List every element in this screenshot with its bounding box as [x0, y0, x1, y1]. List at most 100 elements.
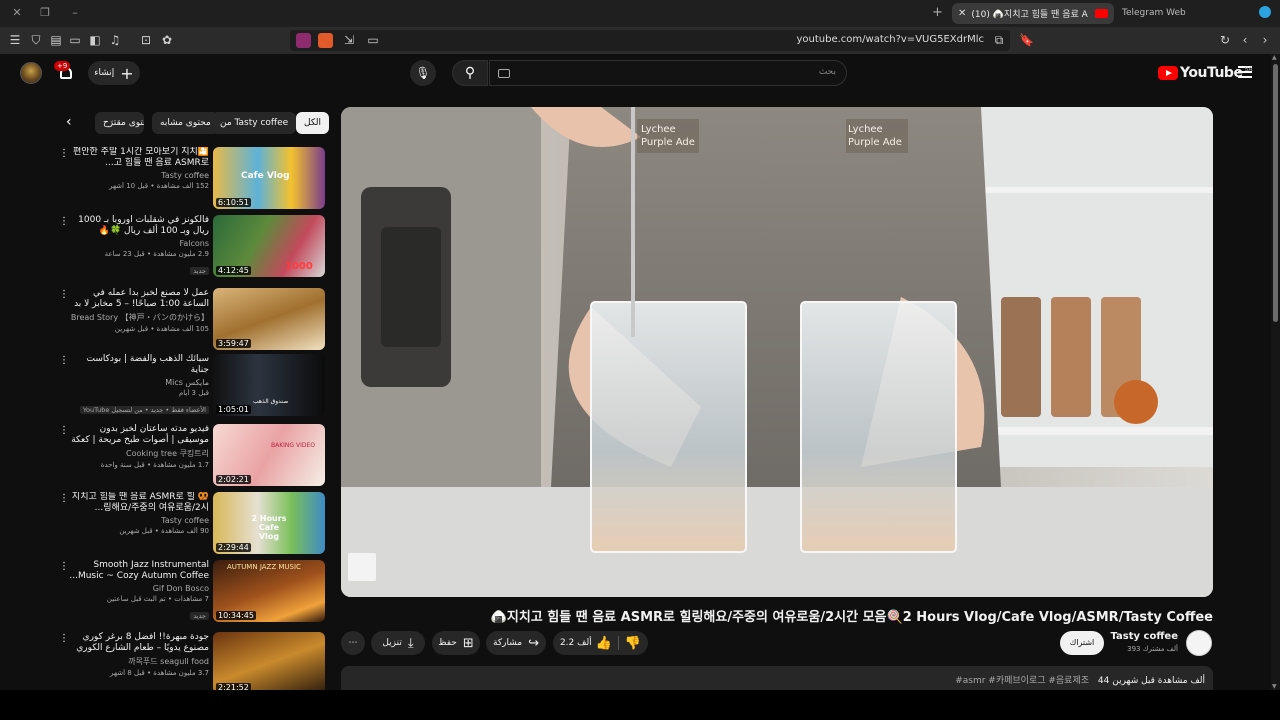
like-button[interactable]: 2.2 ألف 👍	[560, 636, 612, 651]
keyboard-icon[interactable]	[498, 69, 510, 78]
brave-shield-icon[interactable]	[318, 33, 333, 48]
page-icon[interactable]: ▤	[49, 33, 63, 47]
vpn-icon[interactable]	[296, 33, 311, 48]
list-item[interactable]: AUTUMN JAZZ MUSIC 10:34:45 Smooth Jazz I…	[55, 558, 327, 622]
download-label: تنزيل	[382, 638, 402, 648]
notification-badge: +9	[54, 61, 71, 71]
reader-icon[interactable]: ⇲	[342, 33, 356, 47]
subscribe-button[interactable]: اشتراك	[1060, 631, 1104, 655]
video-title[interactable]: 🎦편안한 주말 1시간 모아보기 지치고 힘들 땐 음료 ASMR로...	[69, 147, 209, 169]
video-thumbnail[interactable]: 3:59:47	[213, 288, 325, 350]
menu-icon[interactable]: ☰	[8, 33, 22, 47]
more-options-icon[interactable]: ⋮	[59, 148, 69, 159]
chip-recommended[interactable]: محتوى مقترَح	[95, 112, 144, 134]
dislike-button[interactable]: 👎	[625, 636, 641, 651]
channel-name[interactable]: Tasty coffee	[1100, 631, 1178, 642]
list-item[interactable]: BAKING VIDEO 2:02:21 فيديو مدته ساعتان ل…	[55, 422, 327, 486]
video-thumbnail[interactable]: 2 Hours Cafe Vlog 2:29:44	[213, 492, 325, 554]
close-window-icon[interactable]: ✕	[10, 6, 24, 20]
video-title[interactable]: Smooth Jazz Instrumental Music ~ Cozy Au…	[69, 560, 209, 582]
back-icon[interactable]: ‹	[1238, 33, 1252, 47]
tab-telegram[interactable]: Telegram Web	[1122, 8, 1186, 18]
extensions-icon[interactable]: ✿	[160, 33, 174, 47]
account-avatar[interactable]	[20, 62, 42, 84]
tabs-icon[interactable]: ▭	[68, 33, 82, 47]
channel-name[interactable]: 까목푸드 seagull food	[69, 656, 209, 667]
video-title[interactable]: جودة مبهرة!! أفضل 8 برغر كوري مصنوع يدوي…	[69, 632, 209, 654]
forward-icon[interactable]: ›	[1258, 33, 1272, 47]
duration-badge: 2:02:21	[216, 475, 251, 484]
shield-icon[interactable]: ⛉	[29, 33, 43, 47]
youtube-logo[interactable]: YouTube SA	[1158, 65, 1252, 81]
more-options-icon[interactable]: ⋮	[59, 633, 69, 644]
description-tags[interactable]: #asmr #카페브이로그 #음료제조	[955, 676, 1089, 686]
download-icon: ⤓	[407, 635, 414, 651]
minimize-window-icon[interactable]: –	[68, 6, 82, 20]
list-item[interactable]: 2:21:52 جودة مبهرة!! أفضل 8 برغر كوري مص…	[55, 630, 327, 694]
download-button[interactable]: تنزيل ⤓	[371, 631, 425, 655]
channel-avatar[interactable]	[1186, 630, 1212, 656]
tab-youtube[interactable]: ✕ (10) 🍙지치고 힘들 땐 음료 A	[952, 3, 1114, 24]
more-options-icon[interactable]: ⋮	[59, 216, 69, 227]
chip-related[interactable]: محتوى مشابه	[152, 112, 219, 134]
address-bar[interactable]: ⇲ ▭ youtube.com/watch?v=VUG5EXdrMlc ⧉	[290, 30, 1010, 51]
share-button[interactable]: مشاركة ↪	[486, 631, 546, 655]
video-title[interactable]: سبائك الذهب والفضة | بودكاست جناية	[69, 354, 209, 376]
chip-all[interactable]: الكل	[296, 112, 330, 134]
page-scrollbar[interactable]: ▲ ▼	[1271, 54, 1280, 690]
more-options-icon[interactable]: ⋮	[59, 289, 69, 300]
list-item[interactable]: Cafe Vlog 6:10:51 🎦편안한 주말 1시간 모아보기 지치고 힘…	[55, 145, 327, 209]
cast-icon[interactable]: ▭	[366, 33, 380, 47]
save-button[interactable]: حفظ ⊞	[432, 631, 480, 655]
video-title[interactable]: عمل لا مصنع لخبز بدأ عمله في الساعة 1:00…	[69, 288, 209, 310]
new-tab-icon[interactable]: +	[932, 5, 943, 20]
list-item[interactable]: صندوق الذهب 1:05:01 سبائك الذهب والفضة |…	[55, 352, 327, 416]
scrollbar-thumb[interactable]	[1273, 64, 1278, 322]
more-options-icon[interactable]: ⋮	[59, 561, 69, 572]
scroll-down-icon[interactable]: ▼	[1272, 683, 1277, 690]
video-thumbnail[interactable]: صندوق الذهب 1:05:01	[213, 354, 325, 416]
thumbs-up-icon: 👍	[595, 635, 612, 651]
video-thumbnail[interactable]: Cafe Vlog 6:10:51	[213, 147, 325, 209]
video-thumbnail[interactable]: AUTUMN JAZZ MUSIC 10:34:45	[213, 560, 325, 622]
channel-name[interactable]: مايكس Mics	[69, 378, 209, 387]
search-button[interactable]: ⚲	[452, 60, 488, 86]
restore-window-icon[interactable]: ❐	[38, 6, 52, 20]
chip-from-channel[interactable]: من Tasty coffee	[212, 112, 297, 134]
more-options-icon[interactable]: ⋮	[59, 425, 69, 436]
video-title[interactable]: 🥨 지치고 힘들 땐 음료 ASMR로 힐링해요/주중의 여유로움/2시...	[69, 492, 209, 514]
video-title[interactable]: فالكونز في شقلبات أوروبا بـ 1000 ريال وب…	[69, 215, 209, 237]
list-item[interactable]: 3:59:47 عمل لا مصنع لخبز بدأ عمله في الس…	[55, 286, 327, 350]
channel-name[interactable]: Tasty coffee	[69, 516, 209, 525]
video-thumbnail[interactable]: 2:21:52	[213, 632, 325, 694]
video-thumbnail[interactable]: 1000 4:12:45	[213, 215, 325, 277]
channel-name[interactable]: Falcons	[69, 239, 209, 248]
telegram-icon[interactable]	[1259, 6, 1271, 18]
music-icon[interactable]: ♫	[108, 33, 122, 47]
video-thumbnail[interactable]: BAKING VIDEO 2:02:21	[213, 424, 325, 486]
scroll-up-icon[interactable]: ▲	[1272, 54, 1277, 61]
chevron-left-icon[interactable]: ‹	[66, 114, 72, 130]
screenshot-icon[interactable]: ⊡	[139, 33, 153, 47]
channel-name[interactable]: Gif Don Bosco	[69, 584, 209, 593]
voice-search-button[interactable]: 🎙	[410, 60, 436, 86]
share-page-icon[interactable]: ⧉	[992, 33, 1006, 47]
description-box[interactable]: #asmr #카페브이로그 #음료제조 44 ألف مشاهدة قبل شه…	[341, 666, 1213, 690]
more-options-icon[interactable]: ⋮	[59, 355, 69, 366]
more-options-icon[interactable]: ⋮	[59, 493, 69, 504]
create-button[interactable]: إنشاء +	[88, 61, 140, 85]
search-input[interactable]: بحث	[489, 60, 847, 86]
video-title[interactable]: فيديو مدته ساعتان لخبز بدون موسيقى | أصو…	[69, 424, 209, 446]
channel-name[interactable]: Tasty coffee	[69, 171, 209, 180]
video-player[interactable]: Lychee Purple Ade Lychee Purple Ade	[341, 107, 1213, 597]
channel-name[interactable]: Bread Story 【神戸・パンのかけら】	[69, 312, 209, 323]
bookmark-icon[interactable]: 🔖	[1019, 33, 1034, 47]
reload-icon[interactable]: ↻	[1218, 33, 1232, 47]
tab-close-icon[interactable]: ✕	[958, 8, 966, 19]
sidebar-icon[interactable]: ◧	[88, 33, 102, 47]
more-actions-button[interactable]: ⋯	[341, 631, 365, 655]
list-item[interactable]: 2 Hours Cafe Vlog 2:29:44 🥨 지치고 힘들 땐 음료 …	[55, 490, 327, 554]
list-item[interactable]: 1000 4:12:45 فالكونز في شقلبات أوروبا بـ…	[55, 213, 327, 277]
channel-name[interactable]: Cooking tree 쿠킹트리	[69, 448, 209, 459]
notifications-button[interactable]: +9	[54, 61, 74, 81]
